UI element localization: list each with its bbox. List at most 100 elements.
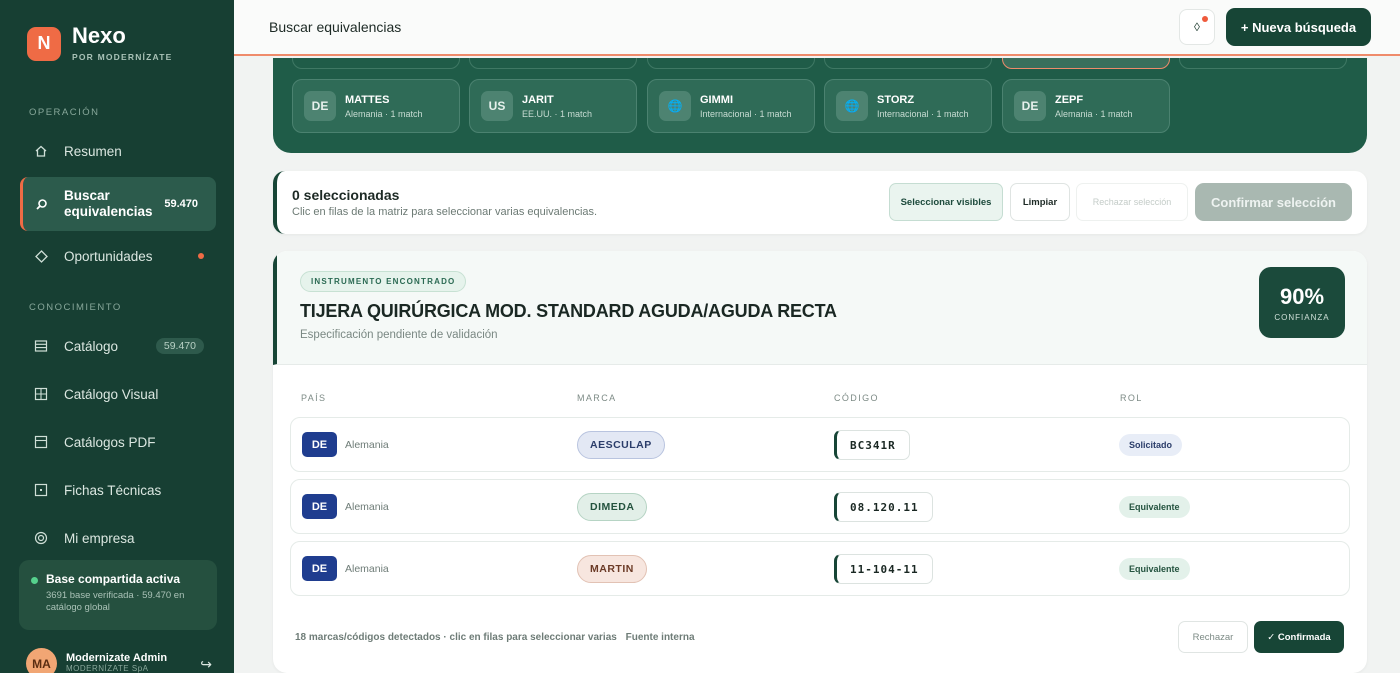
sidebar-item-label: Catálogos PDF	[64, 434, 156, 450]
brand-card-mattes[interactable]: DE MATTES Alemania · 1 match	[292, 79, 460, 133]
status-dot	[31, 577, 38, 584]
sidebar-item-mi-empresa[interactable]: Mi empresa	[20, 516, 216, 560]
sidebar-item-buscar-equivalencias[interactable]: Buscar equivalencias 59.470	[20, 177, 216, 231]
sidebar-item-label: Resumen	[64, 143, 122, 159]
reject-selection-button[interactable]: Rechazar selección	[1076, 183, 1188, 221]
brand-card-storz[interactable]: 🌐 STORZ Internacional · 1 match	[824, 79, 992, 133]
product-code: 11-104-11	[834, 554, 933, 584]
shared-base-title: Base compartida activa	[46, 572, 181, 586]
confidence-label: CONFIANZA	[1274, 312, 1330, 322]
logout-icon[interactable]: ↪	[200, 656, 212, 673]
column-header-code: CÓDIGO	[834, 393, 879, 403]
brand[interactable]: N Nexo POR MODERNÍZATE	[27, 25, 172, 62]
country-code: US	[481, 91, 513, 121]
user-profile[interactable]: MA Modernizate Admin MODERNÍZATE SpA ↪	[26, 648, 216, 673]
country-code: DE	[302, 494, 337, 519]
reject-button[interactable]: Rechazar	[1178, 621, 1248, 653]
sidebar-item-label: Catálogo Visual	[64, 386, 159, 402]
pdf-icon	[33, 434, 49, 450]
brand-card-partial-selected[interactable]	[1002, 58, 1170, 69]
sheet-icon	[33, 482, 49, 498]
search-icon	[33, 196, 49, 212]
brand-card-meta: Internacional · 1 match	[700, 108, 792, 119]
clear-button[interactable]: Limpiar	[1010, 183, 1070, 221]
country-code: DE	[302, 556, 337, 581]
instrument-badge: INSTRUMENTO ENCONTRADO	[300, 271, 467, 292]
sidebar: N Nexo POR MODERNÍZATE OPERACIÓN Resumen…	[0, 0, 234, 673]
role-badge: Equivalente	[1119, 496, 1190, 518]
shared-base-status: Base compartida activa 3691 base verific…	[19, 560, 217, 630]
role-badge: Solicitado	[1119, 434, 1183, 456]
column-header-role: ROL	[1120, 393, 1143, 403]
globe-icon: 🌐	[836, 91, 868, 121]
notifications-button[interactable]: ◊	[1179, 9, 1215, 45]
sidebar-item-label: Buscar equivalencias	[64, 188, 153, 219]
home-icon	[33, 143, 49, 159]
footer-summary: 18 marcas/códigos detectados · clic en f…	[295, 632, 695, 643]
brand-card-meta: Alemania · 1 match	[345, 108, 423, 119]
brand-card-gimmi[interactable]: 🌐 GIMMI Internacional · 1 match	[647, 79, 815, 133]
column-header-brand: MARCA	[577, 393, 617, 403]
table-row[interactable]: DE Alemania AESCULAP BC341R Solicitado	[290, 417, 1350, 472]
table-row[interactable]: DE Alemania DIMEDA 08.120.11 Equivalente	[290, 479, 1350, 534]
country-name: Alemania	[345, 501, 389, 513]
select-visible-button[interactable]: Seleccionar visibles	[889, 183, 1003, 221]
company-icon	[33, 530, 49, 546]
detected-summary: 18 marcas/códigos detectados · clic en f…	[295, 632, 617, 643]
selection-count: 0 seleccionadas	[292, 187, 400, 203]
brand-card-name: ZEPF	[1055, 93, 1084, 106]
brand-cards-panel: DE MATTES Alemania · 1 match US JARIT EE…	[273, 58, 1367, 153]
brand-pill: DIMEDA	[577, 493, 648, 521]
user-name: Modernizate Admin	[66, 652, 168, 664]
brand-card-jarit[interactable]: US JARIT EE.UU. · 1 match	[469, 79, 637, 133]
catalog-icon	[33, 338, 49, 354]
brand-card-partial[interactable]	[469, 58, 637, 69]
sidebar-item-resumen[interactable]: Resumen	[20, 129, 216, 173]
column-header-country: PAÍS	[301, 393, 327, 403]
brand-card-partial[interactable]	[647, 58, 815, 69]
instrument-title: TIJERA QUIRÚRGICA MOD. STANDARD AGUDA/AG…	[300, 301, 837, 321]
section-label-operation: OPERACIÓN	[29, 107, 100, 118]
country-name: Alemania	[345, 563, 389, 575]
sidebar-item-catalogo[interactable]: Catálogo 59.470	[20, 324, 216, 368]
new-search-button[interactable]: + Nueva búsqueda	[1226, 8, 1371, 46]
brand-pill: MARTIN	[577, 555, 647, 583]
diamond-icon: ◊	[1194, 20, 1200, 34]
brand-card-zepf[interactable]: DE ZEPF Alemania · 1 match	[1002, 79, 1170, 133]
brand-card-name: STORZ	[877, 93, 915, 106]
role-badge: Equivalente	[1119, 558, 1190, 580]
table-row[interactable]: DE Alemania MARTIN 11-104-11 Equivalente	[290, 541, 1350, 596]
brand-card-partial[interactable]	[292, 58, 460, 69]
product-code: BC341R	[834, 430, 910, 460]
confidence-value: 90%	[1279, 283, 1325, 309]
confirmed-button[interactable]: ✓ Confirmada	[1254, 621, 1344, 653]
shared-base-desc: 3691 base verificada · 59.470 en catálog…	[46, 590, 185, 613]
sidebar-item-label: Fichas Técnicas	[64, 482, 162, 498]
confidence-badge: 90% CONFIANZA	[1259, 267, 1345, 338]
country-name: Alemania	[345, 439, 389, 451]
brand-card-partial[interactable]	[824, 58, 992, 69]
confirm-selection-button[interactable]: Confirmar selección	[1195, 183, 1352, 221]
avatar: MA	[26, 648, 57, 673]
brand-card-partial[interactable]	[1179, 58, 1347, 69]
sidebar-item-catalogos-pdf[interactable]: Catálogos PDF	[20, 420, 216, 464]
brand-card-name: MATTES	[345, 93, 390, 106]
globe-icon: 🌐	[659, 91, 691, 121]
grid-icon	[33, 386, 49, 402]
brand-card-meta: EE.UU. · 1 match	[522, 108, 593, 119]
product-code: 08.120.11	[834, 492, 933, 522]
sidebar-item-label: Mi empresa	[64, 530, 135, 546]
brand-subtitle: POR MODERNÍZATE	[72, 52, 173, 62]
brand-card-meta: Alemania · 1 match	[1055, 108, 1133, 119]
instrument-card: INSTRUMENTO ENCONTRADO TIJERA QUIRÚRGICA…	[273, 251, 1367, 673]
topbar: Buscar equivalencias ◊ + Nueva búsqueda	[234, 0, 1400, 56]
sidebar-item-catalogo-visual[interactable]: Catálogo Visual	[20, 372, 216, 416]
sidebar-item-label: Catálogo	[64, 338, 119, 354]
sidebar-item-oportunidades[interactable]: Oportunidades	[20, 234, 216, 278]
source-label: Fuente interna	[625, 632, 695, 643]
sidebar-item-count: 59.470	[155, 338, 204, 354]
page-title: Buscar equivalencias	[269, 19, 402, 35]
sidebar-item-fichas-tecnicas[interactable]: Fichas Técnicas	[20, 468, 216, 512]
brand-card-name: JARIT	[522, 93, 554, 106]
section-label-knowledge: CONOCIMIENTO	[29, 302, 122, 313]
